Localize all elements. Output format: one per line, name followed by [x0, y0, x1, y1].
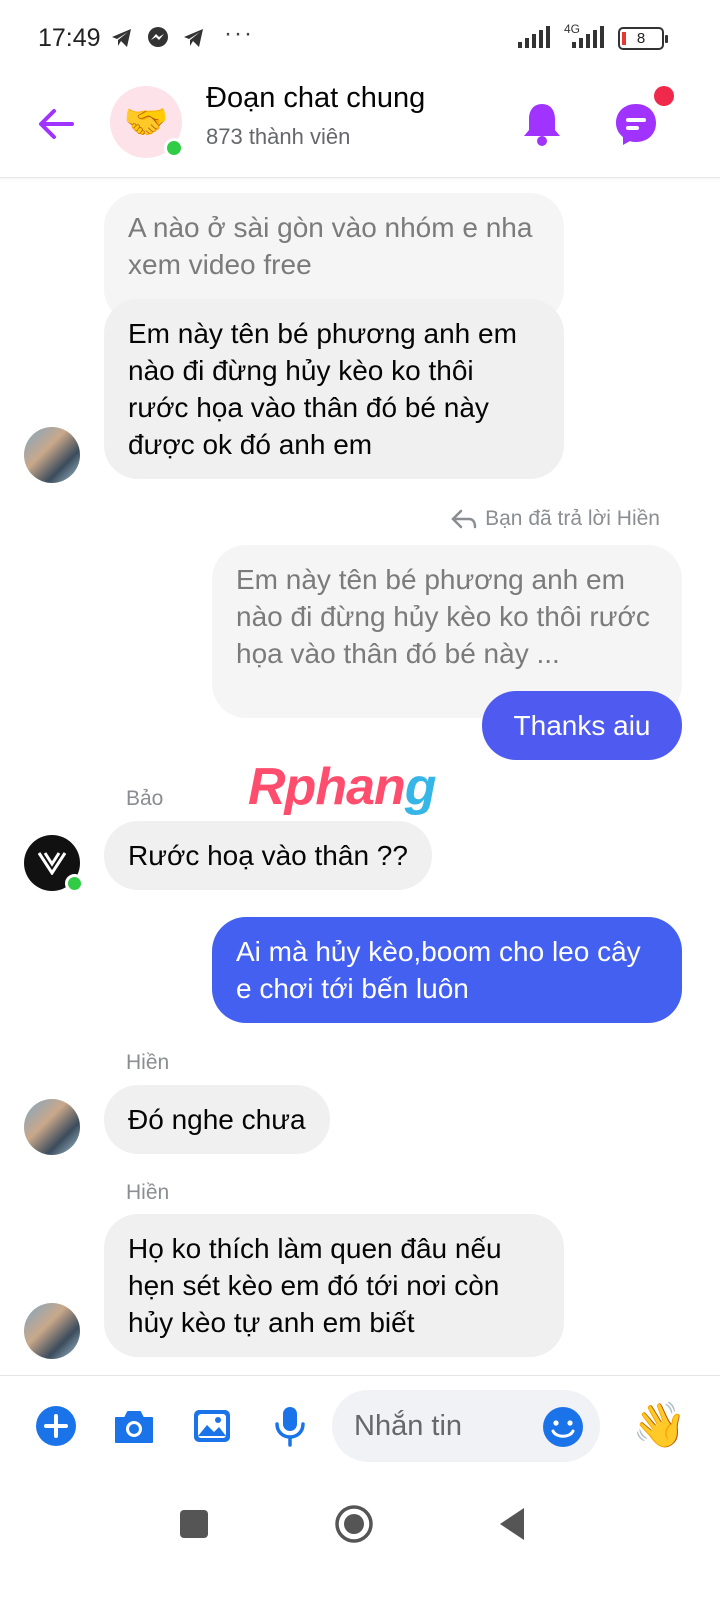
- android-nav-bar: [0, 1480, 720, 1600]
- plus-icon[interactable]: [34, 1404, 78, 1448]
- message-composer: 👋: [0, 1375, 720, 1480]
- signal-icon: [518, 26, 550, 48]
- back-icon[interactable]: [492, 1502, 536, 1546]
- back-arrow-icon[interactable]: [34, 102, 78, 146]
- telegram-icon: [112, 29, 131, 47]
- battery-level: 8: [636, 30, 646, 47]
- message-bubble[interactable]: Họ ko thích làm quen đâu nếu hẹn sét kèo…: [104, 1214, 564, 1357]
- watermark-logo: Rphang: [248, 757, 437, 817]
- message-bubble[interactable]: Đó nghe chưa: [104, 1085, 330, 1154]
- handshake-emoji: 🤝: [123, 101, 169, 142]
- group-avatar[interactable]: 🤝: [110, 86, 184, 158]
- message-bubble[interactable]: Thanks aiu: [482, 691, 682, 760]
- reply-indicator-text: Bạn đã trả lời Hiền: [485, 507, 660, 530]
- signal-icon-2: [572, 26, 604, 48]
- chat-title[interactable]: Đoạn chat chung: [206, 82, 425, 115]
- home-icon[interactable]: [332, 1502, 376, 1546]
- message-list[interactable]: A nào ở sài gòn vào nhóm e nha xem video…: [0, 179, 720, 1375]
- recent-apps-icon[interactable]: [172, 1502, 216, 1546]
- microphone-icon[interactable]: [268, 1404, 312, 1448]
- notification-badge: [654, 86, 674, 106]
- emoji-icon[interactable]: [542, 1406, 584, 1448]
- image-icon[interactable]: [190, 1404, 234, 1448]
- sender-name: Hiền: [126, 1051, 170, 1074]
- avatar-bao[interactable]: [24, 835, 84, 893]
- telegram-icon: [184, 29, 203, 47]
- watermark-part2: g: [404, 758, 437, 816]
- watermark-part1: Rphan: [248, 758, 406, 816]
- camera-icon[interactable]: [112, 1404, 156, 1448]
- member-count: 873 thành viên: [206, 124, 351, 149]
- online-status-dot: [164, 138, 184, 158]
- avatar-hien[interactable]: [24, 1099, 80, 1155]
- reply-indicator: Bạn đã trả lời Hiền: [451, 507, 660, 531]
- bell-icon[interactable]: [520, 100, 564, 148]
- online-status-dot: [65, 874, 84, 893]
- avatar-hien[interactable]: [24, 427, 80, 483]
- sender-name: Hiền: [126, 1181, 170, 1204]
- status-bar: 17:49 ··· 4G 8: [0, 0, 720, 76]
- more-notifications-icon: ···: [224, 20, 254, 47]
- chat-header: 🤝 Đoạn chat chung 873 thành viên: [0, 76, 720, 178]
- v-logo-icon: [37, 852, 67, 875]
- messenger-icon: [148, 27, 168, 47]
- battery-icon: 8: [618, 27, 668, 50]
- message-bubble[interactable]: Em này tên bé phương anh em nào đi đừng …: [104, 299, 564, 479]
- messenger-chat-icon[interactable]: [612, 100, 660, 148]
- sender-name: Bảo: [126, 787, 164, 810]
- reply-icon: [451, 509, 477, 529]
- wave-emoji-button[interactable]: 👋: [632, 1400, 687, 1452]
- status-time: 17:49: [38, 24, 101, 52]
- message-bubble[interactable]: Rước hoạ vào thân ??: [104, 821, 432, 890]
- avatar-hien[interactable]: [24, 1303, 80, 1359]
- message-bubble[interactable]: Ai mà hủy kèo,boom cho leo cây e chơi tớ…: [212, 917, 682, 1023]
